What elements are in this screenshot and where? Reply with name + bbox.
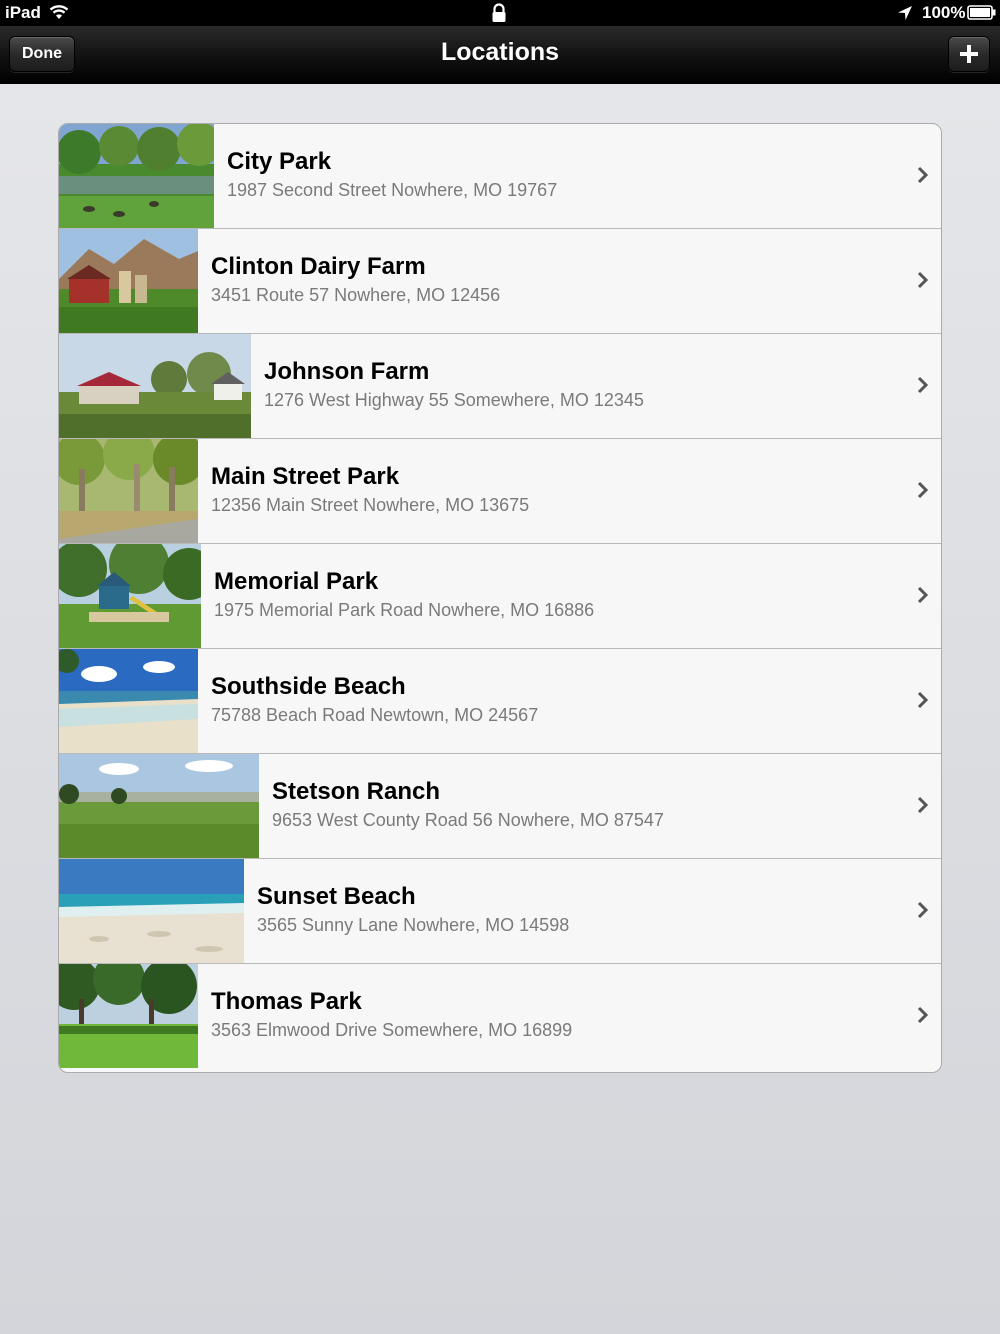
chevron-right-icon [917,271,929,289]
location-name: Clinton Dairy Farm [211,253,426,280]
location-address: 1276 West Highway 55 Somewhere, MO 12345 [264,390,644,410]
park-lawn-photo [59,964,198,1068]
location-address: 3451 Route 57 Nowhere, MO 12456 [211,285,501,305]
location-row-johnson-farm[interactable]: Johnson Farm 1276 West Highway 55 Somewh… [59,334,941,439]
location-row-main-street-park[interactable]: Main Street Park 12356 Main Street Nowhe… [59,439,941,544]
location-address: 1987 Second Street Nowhere, MO 19767 [227,180,558,200]
location-name: Johnson Farm [264,358,430,385]
farmhouse-photo [59,334,251,438]
wifi-icon [49,4,69,25]
beach-sky-photo [59,649,198,753]
chevron-right-icon [917,691,929,709]
location-name: City Park [227,148,332,175]
page-title: Locations [440,38,560,66]
sandy-beach-photo [59,859,244,963]
location-name: Stetson Ranch [272,778,441,805]
status-bar: iPad 100% [0,0,1000,26]
park-pond-photo [59,124,214,228]
location-address: 3563 Elmwood Drive Somewhere, MO 16899 [211,1020,573,1040]
location-name: Southside Beach [211,673,406,700]
battery-percentage: 100% [922,3,966,22]
location-row-sunset-beach[interactable]: Sunset Beach 3565 Sunny Lane Nowhere, MO… [59,859,941,964]
chevron-right-icon [917,796,929,814]
location-row-southside-beach[interactable]: Southside Beach 75788 Beach Road Newtown… [59,649,941,754]
location-address: 12356 Main Street Nowhere, MO 13675 [211,495,530,515]
plus-icon [960,45,978,63]
chevron-right-icon [917,376,929,394]
battery-icon [967,5,997,25]
location-address: 75788 Beach Road Newtown, MO 24567 [211,705,539,725]
ranch-field-photo [59,754,259,858]
location-row-stetson-ranch[interactable]: Stetson Ranch 9653 West County Road 56 N… [59,754,941,859]
chevron-right-icon [917,1006,929,1024]
location-row-thomas-park[interactable]: Thomas Park 3563 Elmwood Drive Somewhere… [59,964,941,1069]
location-row-memorial-park[interactable]: Memorial Park 1975 Memorial Park Road No… [59,544,941,649]
location-name: Main Street Park [211,463,400,490]
add-location-button[interactable] [948,36,990,72]
location-row-city-park[interactable]: City Park 1987 Second Street Nowhere, MO… [59,124,941,229]
chevron-right-icon [917,481,929,499]
locations-table: City Park 1987 Second Street Nowhere, MO… [58,123,942,1073]
location-name: Memorial Park [214,568,379,595]
carrier-label: iPad [5,3,41,22]
navigation-bar: Done Locations [0,26,1000,84]
location-name: Thomas Park [211,988,362,1015]
location-name: Sunset Beach [257,883,416,910]
barn-mountains-photo [59,229,198,333]
location-row-clinton-dairy-farm[interactable]: Clinton Dairy Farm 3451 Route 57 Nowhere… [59,229,941,334]
park-trees-path-photo [59,439,198,543]
chevron-right-icon [917,901,929,919]
location-address: 3565 Sunny Lane Nowhere, MO 14598 [257,915,570,935]
location-address: 1975 Memorial Park Road Nowhere, MO 1688… [214,600,595,620]
playground-photo [59,544,201,648]
location-arrow-icon [896,4,914,27]
chevron-right-icon [917,586,929,604]
lock-icon [490,3,508,28]
chevron-right-icon [917,166,929,184]
location-address: 9653 West County Road 56 Nowhere, MO 875… [272,810,664,830]
